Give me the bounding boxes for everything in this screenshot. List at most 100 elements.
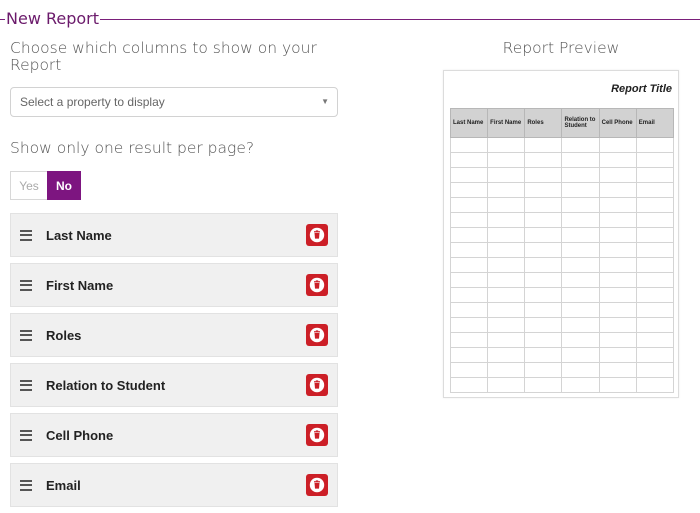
toggle-yes-button[interactable]: Yes: [10, 171, 47, 200]
preview-row: [449, 347, 675, 363]
one-per-page-question: Show only one result per page?: [10, 139, 255, 157]
preview-cell: [524, 287, 563, 303]
preview-cell: [449, 212, 489, 228]
preview-cell: [524, 167, 563, 183]
preview-cell: [635, 242, 675, 258]
trash-icon: [309, 427, 325, 443]
preview-table: Last Name First Name Roles Relation to Stud…: [449, 108, 675, 393]
preview-row: [449, 257, 675, 273]
preview-cell: [598, 332, 637, 348]
preview-cell: [487, 227, 526, 243]
preview-cell: [524, 137, 563, 153]
preview-cell: [487, 182, 526, 198]
preview-cell: [635, 272, 675, 288]
preview-cell: [449, 317, 489, 333]
preview-cell: [449, 137, 489, 153]
preview-cell: [598, 302, 637, 318]
preview-cell: [598, 167, 637, 183]
preview-cell: [524, 317, 563, 333]
preview-cell: [449, 182, 489, 198]
trash-icon: [309, 327, 325, 343]
delete-column-button[interactable]: [306, 324, 328, 346]
preview-cell: [635, 257, 675, 273]
trash-icon: [309, 477, 325, 493]
preview-cell: [487, 347, 526, 363]
drag-handle-icon[interactable]: [20, 429, 32, 441]
preview-cell: [487, 272, 526, 288]
one-per-page-toggle: Yes No: [10, 171, 338, 200]
preview-cell: [561, 377, 600, 393]
preview-cell: [635, 302, 675, 318]
preview-cell: [524, 182, 563, 198]
property-select-placeholder: Select a property to display: [20, 95, 165, 109]
preview-cell: [561, 347, 600, 363]
preview-cell: [635, 347, 675, 363]
delete-column-button[interactable]: [306, 374, 328, 396]
preview-cell: [635, 167, 675, 183]
delete-column-button[interactable]: [306, 424, 328, 446]
preview-cell: [635, 227, 675, 243]
preview-cell: [449, 362, 489, 378]
preview-cell: [635, 182, 675, 198]
fieldset-border: [0, 19, 700, 20]
preview-cell: [635, 152, 675, 168]
drag-handle-icon[interactable]: [20, 479, 32, 491]
preview-cell: [449, 152, 489, 168]
preview-column-header: Cell Phone: [598, 108, 637, 138]
preview-cell: [487, 332, 526, 348]
column-row-label: First Name: [46, 277, 114, 293]
preview-cell: [598, 212, 637, 228]
preview-cell: [449, 377, 489, 393]
preview-cell: [524, 362, 563, 378]
column-settings-panel: Choose which columns to show on your Rep…: [10, 40, 338, 513]
preview-row: [449, 362, 675, 378]
preview-cell: [449, 257, 489, 273]
preview-cell: [449, 332, 489, 348]
preview-cell: [487, 212, 526, 228]
preview-cell: [487, 377, 526, 393]
preview-column-header: Roles: [524, 108, 563, 138]
preview-cell: [487, 167, 526, 183]
preview-cell: [524, 377, 563, 393]
preview-cell: [449, 242, 489, 258]
preview-cell: [449, 227, 489, 243]
report-preview-page: Report Title Last Name First Name Roles Rel…: [443, 70, 679, 398]
toggle-no-button[interactable]: No: [47, 171, 81, 200]
preview-cell: [635, 377, 675, 393]
preview-cell: [561, 257, 600, 273]
delete-column-button[interactable]: [306, 224, 328, 246]
chevron-down-icon: ▼: [321, 97, 329, 106]
preview-row: [449, 332, 675, 348]
drag-handle-icon[interactable]: [20, 379, 32, 391]
preview-cell: [487, 242, 526, 258]
preview-cell: [561, 152, 600, 168]
property-select[interactable]: Select a property to display ▼: [10, 87, 338, 117]
preview-cell: [487, 152, 526, 168]
preview-cell: [524, 272, 563, 288]
preview-cell: [635, 197, 675, 213]
delete-column-button[interactable]: [306, 274, 328, 296]
delete-column-button[interactable]: [306, 474, 328, 496]
preview-cell: [524, 302, 563, 318]
report-preview-heading: Report Preview: [502, 39, 620, 57]
preview-cell: [487, 257, 526, 273]
column-row[interactable]: Relation to Student: [10, 363, 338, 407]
preview-cell: [561, 317, 600, 333]
column-row[interactable]: Last Name: [10, 213, 338, 257]
preview-column-header: First Name: [487, 108, 526, 138]
preview-cell: [561, 212, 600, 228]
trash-icon: [309, 377, 325, 393]
column-row[interactable]: Email: [10, 463, 338, 507]
preview-cell: [598, 362, 637, 378]
drag-handle-icon[interactable]: [20, 279, 32, 291]
column-row[interactable]: Cell Phone: [10, 413, 338, 457]
preview-cell: [449, 347, 489, 363]
preview-row: [449, 272, 675, 288]
drag-handle-icon[interactable]: [20, 229, 32, 241]
column-row[interactable]: Roles: [10, 313, 338, 357]
preview-cell: [524, 227, 563, 243]
preview-row: [449, 317, 675, 333]
column-row[interactable]: First Name: [10, 263, 338, 307]
drag-handle-icon[interactable]: [20, 329, 32, 341]
selected-columns-list: Last Name First Name Roles Relation to Stud…: [10, 213, 338, 507]
